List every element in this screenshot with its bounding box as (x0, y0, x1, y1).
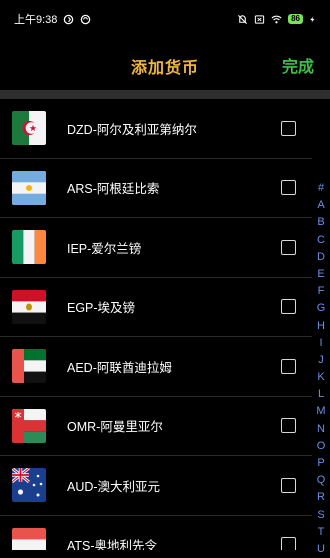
currency-checkbox[interactable] (281, 239, 296, 255)
header-divider (0, 90, 330, 99)
index-letter[interactable]: # (318, 180, 324, 197)
index-letter[interactable]: K (317, 369, 324, 386)
algeria-flag-icon (12, 111, 46, 146)
currency-label: IEP-爱尔兰镑 (67, 241, 142, 256)
status-bar: 上午9:38 86 (0, 0, 330, 38)
index-letter[interactable]: I (319, 335, 322, 352)
index-letter[interactable]: C (317, 232, 325, 249)
currency-row-omr[interactable]: OMR-阿曼里亚尔 (0, 397, 312, 456)
austria-flag-icon (12, 527, 46, 550)
currency-row-egp[interactable]: EGP-埃及镑 (0, 278, 312, 337)
index-letter[interactable]: J (318, 352, 324, 369)
currency-label: EGP-埃及镑 (67, 301, 136, 316)
index-letter[interactable]: L (318, 386, 324, 403)
alphabet-index-bar[interactable]: # A B C D E F G H I J K L M N O P Q R S T U (312, 180, 330, 555)
index-letter[interactable]: M (316, 403, 325, 420)
currency-checkbox[interactable] (281, 299, 296, 315)
index-letter[interactable]: P (317, 455, 324, 472)
argentina-flag-icon (12, 170, 46, 205)
currency-row-aud[interactable]: AUD-澳大利亚元 (0, 456, 312, 516)
header: 添加货币 完成 (0, 38, 330, 90)
egypt-flag-icon (12, 289, 46, 324)
index-letter[interactable]: O (317, 438, 326, 455)
index-letter[interactable]: T (318, 524, 325, 541)
currency-row-ats[interactable]: ATS-奥地利先令 (0, 516, 312, 550)
status-left: 上午9:38 (14, 11, 91, 27)
page-title: 添加货币 (130, 60, 199, 77)
currency-checkbox[interactable] (281, 537, 296, 550)
currency-list[interactable]: DZD-阿尔及利亚第纳尔 ARS-阿根廷比索 IEP-爱尔兰镑 EGP-埃及镑 (0, 99, 312, 550)
currency-row-ars[interactable]: ARS-阿根廷比索 (0, 159, 312, 218)
currency-row-iep[interactable]: IEP-爱尔兰镑 (0, 218, 312, 278)
currency-checkbox[interactable] (281, 120, 296, 136)
index-letter[interactable]: H (317, 318, 325, 335)
currency-label: OMR-阿曼里亚尔 (67, 420, 163, 435)
done-button[interactable]: 完成 (282, 53, 314, 77)
index-letter[interactable]: R (317, 489, 325, 506)
currency-label: AED-阿联酋迪拉姆 (67, 360, 172, 375)
ireland-flag-icon (12, 230, 46, 265)
mute-bell-icon (238, 14, 248, 24)
index-letter[interactable]: D (317, 249, 325, 266)
index-letter[interactable]: B (317, 214, 324, 231)
index-letter[interactable]: U (317, 541, 325, 558)
battery-indicator: 86 (288, 14, 303, 24)
oman-flag-icon (12, 408, 46, 443)
currency-checkbox[interactable] (281, 477, 296, 493)
app-notification-icon (81, 14, 91, 24)
currency-row-aed[interactable]: AED-阿联酋迪拉姆 (0, 337, 312, 397)
index-letter[interactable]: Q (317, 472, 326, 489)
sync-icon (64, 14, 74, 24)
index-letter[interactable]: A (317, 197, 324, 214)
currency-checkbox[interactable] (281, 358, 296, 374)
no-sim-icon (254, 14, 265, 24)
index-letter[interactable]: G (317, 300, 326, 317)
index-letter[interactable]: N (317, 421, 325, 438)
currency-label: ATS-奥地利先令 (67, 539, 158, 550)
index-letter[interactable]: E (317, 266, 324, 283)
status-right: 86 (237, 14, 316, 25)
index-letter[interactable]: F (318, 283, 325, 300)
currency-label: DZD-阿尔及利亚第纳尔 (67, 122, 197, 137)
australia-flag-icon (12, 468, 46, 503)
currency-checkbox[interactable] (281, 180, 296, 196)
uae-flag-icon (12, 349, 46, 384)
currency-label: AUD-澳大利亚元 (67, 479, 161, 494)
charging-icon (310, 16, 315, 22)
currency-row-dzd[interactable]: DZD-阿尔及利亚第纳尔 (0, 99, 312, 159)
status-time: 上午9:38 (14, 14, 58, 26)
wifi-icon (271, 15, 282, 23)
currency-label: ARS-阿根廷比索 (67, 182, 160, 197)
index-letter[interactable]: S (317, 507, 324, 524)
currency-checkbox[interactable] (281, 418, 296, 434)
